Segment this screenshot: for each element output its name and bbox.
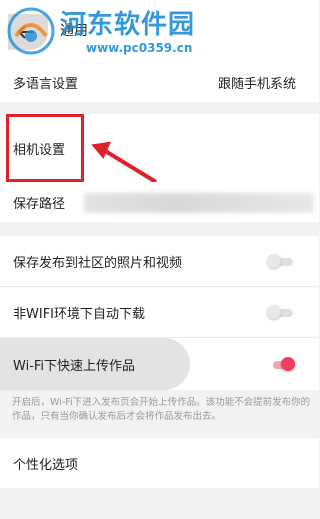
non-wifi-download-toggle[interactable] bbox=[267, 305, 295, 319]
language-setting-label: 多语言设置 bbox=[13, 76, 79, 92]
language-setting-value: 跟随手机系统 bbox=[217, 76, 296, 92]
app-header: 通用 河东软件园 www.pc0359.cn bbox=[0, 0, 319, 62]
save-posted-row: 保存发布到社区的照片和视频 bbox=[0, 236, 319, 286]
non-wifi-download-label: 非WIFI环境下自动下载 bbox=[13, 306, 145, 322]
save-path-value-blurred bbox=[84, 193, 314, 213]
watermark-title: 河东软件园 bbox=[60, 10, 196, 40]
wifi-upload-toggle[interactable] bbox=[267, 357, 295, 371]
wifi-upload-note: 开启后，Wi-Fi下进入发布页会开始上传作品。该功能不会提前发布你的作品，只有当… bbox=[12, 397, 311, 422]
watermark-url: www.pc0359.cn bbox=[86, 41, 193, 55]
save-posted-label: 保存发布到社区的照片和视频 bbox=[13, 255, 183, 271]
annotation-arrow-icon bbox=[91, 141, 158, 184]
wifi-upload-label: Wi-Fi下快速上传作品 bbox=[13, 358, 136, 374]
personalization-label: 个性化选项 bbox=[13, 457, 79, 473]
language-setting-row[interactable]: 多语言设置 跟随手机系统 bbox=[0, 62, 319, 102]
save-posted-toggle[interactable] bbox=[267, 254, 295, 268]
personalization-row[interactable]: 个性化选项 bbox=[0, 438, 319, 488]
watermark-logo-icon bbox=[7, 7, 55, 55]
wifi-upload-row: Wi-Fi下快速上传作品 bbox=[0, 338, 319, 390]
save-path-label: 保存路径 bbox=[13, 196, 66, 212]
non-wifi-download-row: 非WIFI环境下自动下载 bbox=[0, 287, 319, 337]
annotation-highlight-box bbox=[6, 114, 84, 182]
